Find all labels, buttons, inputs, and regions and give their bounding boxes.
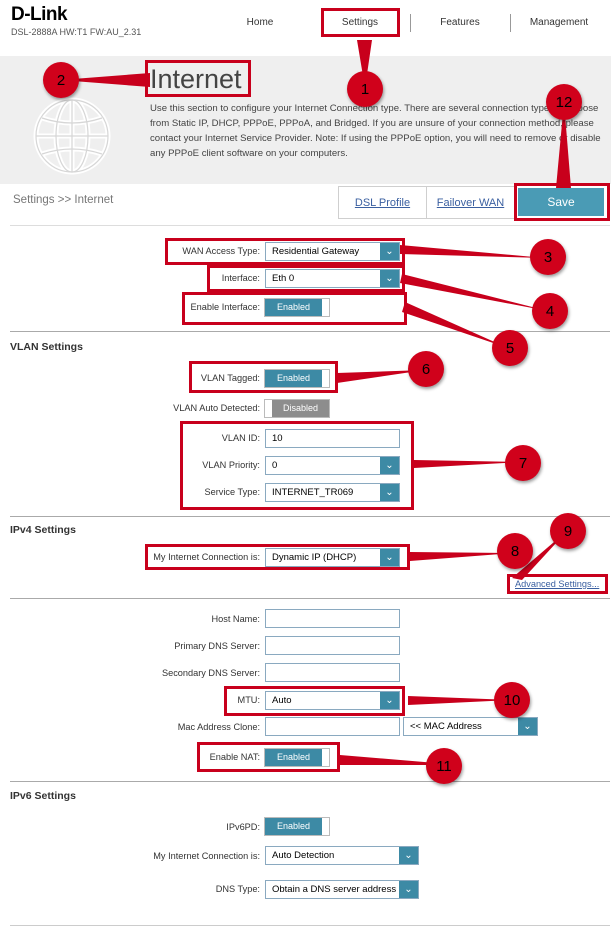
- highlight-interface: [207, 265, 405, 292]
- marker-5: 5: [492, 330, 528, 366]
- highlight-mtu: [224, 686, 405, 716]
- highlight-vlan-tagged: [189, 361, 338, 393]
- highlight-ipv4-connection: [145, 544, 410, 570]
- highlight-settings: [321, 8, 400, 37]
- highlight-save: [514, 183, 610, 221]
- highlight-enable-interface: [182, 292, 407, 325]
- highlight-nat: [197, 742, 340, 772]
- marker-7: 7: [505, 445, 541, 481]
- highlight-advanced: [507, 574, 608, 594]
- marker-4: 4: [532, 293, 568, 329]
- marker-2: 2: [43, 62, 79, 98]
- marker-10: 10: [494, 682, 530, 718]
- marker-8: 8: [497, 533, 533, 569]
- marker-12: 12: [546, 84, 582, 120]
- marker-6: 6: [408, 351, 444, 387]
- highlight-wan-access: [165, 238, 405, 265]
- marker-1: 1: [347, 71, 383, 107]
- highlight-title: [145, 60, 251, 97]
- marker-9: 9: [550, 513, 586, 549]
- marker-3: 3: [530, 239, 566, 275]
- marker-11: 11: [426, 748, 462, 784]
- highlight-vlan-fields: [180, 421, 414, 510]
